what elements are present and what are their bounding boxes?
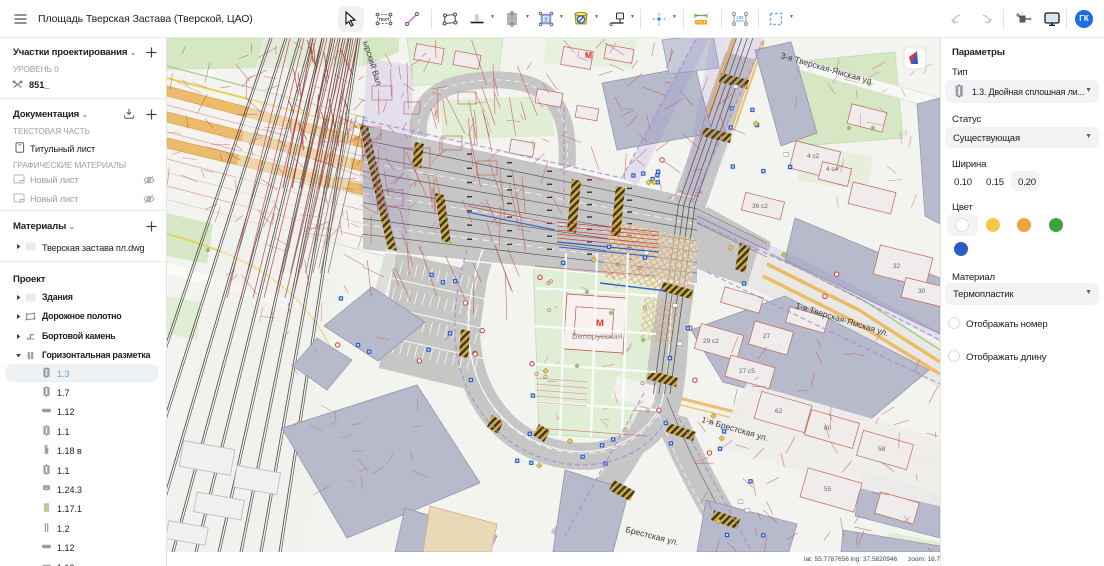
svg-text:36 с2: 36 с2	[752, 203, 768, 210]
svg-text:55: 55	[824, 486, 832, 493]
svg-text:29 с2: 29 с2	[703, 338, 719, 345]
svg-text:М: М	[585, 50, 592, 60]
svg-text:TEXT: TEXT	[378, 17, 390, 22]
svg-text:62: 62	[775, 408, 783, 415]
svg-text:М: М	[596, 318, 604, 329]
svg-text:32: 32	[893, 263, 901, 270]
svg-text:27 с5: 27 с5	[739, 368, 755, 375]
svg-text:4 с2: 4 с2	[807, 153, 820, 160]
svg-text:100: 100	[737, 15, 745, 20]
svg-text:30: 30	[918, 288, 926, 295]
svg-text:Белорусская: Белорусская	[572, 331, 623, 341]
svg-text:27: 27	[763, 333, 771, 340]
svg-text:58: 58	[878, 446, 886, 453]
svg-text:60: 60	[824, 425, 832, 432]
svg-text:4 с4: 4 с4	[826, 166, 839, 173]
